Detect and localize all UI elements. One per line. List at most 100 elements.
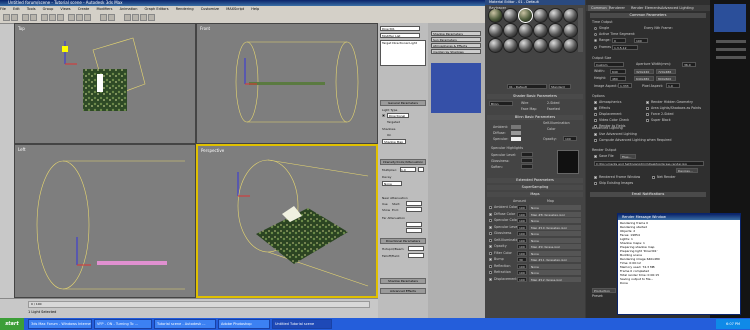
map-row[interactable]: Specular Level 100 Map #10 (Grasstex.jpg) xyxy=(489,224,581,230)
material-slot-17[interactable] xyxy=(548,38,563,53)
output-size-dropdown[interactable]: Custom xyxy=(594,62,624,67)
devices-button[interactable]: Devices... xyxy=(676,168,698,173)
scale-icon[interactable] xyxy=(84,14,91,21)
rollout-general[interactable]: General Parameters xyxy=(380,100,426,106)
height-field[interactable]: 480 xyxy=(610,76,626,81)
map-enable-checkbox[interactable] xyxy=(489,232,492,235)
material-side-toolbar[interactable] xyxy=(578,8,583,52)
frames-radio[interactable] xyxy=(594,46,597,49)
save-file-checkbox[interactable] xyxy=(594,155,597,158)
aperture-field[interactable]: 36.0 xyxy=(682,62,696,67)
map-button[interactable]: None xyxy=(529,263,581,269)
material-slot-14[interactable] xyxy=(503,38,518,53)
menu-group[interactable]: Group xyxy=(43,7,54,11)
material-slot-15[interactable] xyxy=(518,38,533,53)
map-row[interactable]: Reflection 100 None xyxy=(489,263,581,269)
map-amount[interactable]: 100 xyxy=(517,211,527,217)
material-slot-18[interactable] xyxy=(563,38,578,53)
time-slider[interactable]: 0 / 100 xyxy=(28,301,370,308)
rollout-intensity[interactable]: Intensity/Color/Attenuation xyxy=(380,159,426,165)
ambient-swatch[interactable] xyxy=(511,125,521,129)
map-row[interactable]: Specular Color 100 None xyxy=(489,218,581,223)
start-button[interactable]: start xyxy=(0,318,24,330)
diffuse-swatch[interactable] xyxy=(511,131,521,135)
map-row[interactable]: Displacement 100 Map #12 (Grass.jpg) xyxy=(489,276,581,282)
opacity-spinner[interactable]: 100 xyxy=(563,136,577,141)
material-editor-icon[interactable] xyxy=(124,14,131,21)
map-button[interactable]: None xyxy=(529,237,581,243)
map-amount[interactable]: 100 xyxy=(517,237,527,243)
modifier-list-dropdown[interactable]: Modifier List xyxy=(380,33,420,38)
option-checkbox[interactable] xyxy=(646,119,649,122)
shader-rollout[interactable]: Shader Basic Parameters xyxy=(487,94,583,99)
unlink-icon[interactable] xyxy=(30,14,37,21)
mirror-icon[interactable] xyxy=(100,14,107,21)
render-setup-icon[interactable] xyxy=(132,14,139,21)
rollout-advanced[interactable]: Advanced Effects xyxy=(380,288,426,294)
map-row[interactable]: Refraction 100 None xyxy=(489,270,581,275)
material-type-button[interactable]: Standard xyxy=(549,84,571,89)
light-on-checkbox[interactable] xyxy=(382,114,385,117)
width-field[interactable]: 640 xyxy=(610,69,626,74)
taskbar-item[interactable]: Tutorial scene - Autodesk ... xyxy=(154,319,216,329)
net-render-checkbox[interactable] xyxy=(652,176,655,179)
stack-item[interactable]: Target Directional Light xyxy=(382,41,417,45)
map-row[interactable]: Glossiness 100 None xyxy=(489,231,581,236)
map-enable-checkbox[interactable] xyxy=(489,277,492,281)
taskbar-item[interactable]: 3ds Max Forum - Windows Internet xyxy=(28,319,92,329)
map-enable-checkbox[interactable] xyxy=(489,258,492,261)
map-amount[interactable]: 100 xyxy=(517,244,527,249)
viewport-front[interactable]: Front xyxy=(196,23,378,144)
viewport-perspective[interactable]: Perspective xyxy=(196,144,378,298)
viewport-left[interactable]: Left xyxy=(14,144,196,298)
common-params-header[interactable]: Common Parameters xyxy=(590,13,706,18)
decay-type-dropdown[interactable]: None xyxy=(382,181,402,186)
map-enable-checkbox[interactable] xyxy=(489,219,492,222)
two-sided-option[interactable]: 2-Sided xyxy=(547,101,560,105)
map-button[interactable]: Map #12 (Grass.jpg) xyxy=(529,276,581,282)
menu-edit[interactable]: Edit xyxy=(13,7,20,11)
tab-renderer[interactable]: Renderer xyxy=(606,5,628,11)
material-slot-6[interactable] xyxy=(563,8,578,23)
far-start-spinner[interactable] xyxy=(406,222,422,227)
material-slot-11[interactable] xyxy=(548,23,563,38)
map-row[interactable]: Ambient Color 100 None xyxy=(489,205,581,210)
active-segment-radio[interactable] xyxy=(594,33,597,36)
map-amount[interactable]: 100 xyxy=(517,250,527,256)
object-name-field[interactable]: Direct01 xyxy=(380,26,420,31)
wire-option[interactable]: Wire xyxy=(521,101,528,105)
map-enable-checkbox[interactable] xyxy=(489,206,492,209)
near-start-spinner[interactable] xyxy=(406,201,422,206)
near-end-spinner[interactable] xyxy=(406,207,422,212)
faceted-option[interactable]: Faceted xyxy=(547,107,560,111)
align-icon[interactable] xyxy=(108,14,115,21)
menu-graph-editors[interactable]: Graph Editors xyxy=(145,7,169,11)
output-path-field[interactable]: C:\Documents and Settings\Admin\Desktop\… xyxy=(594,161,704,166)
map-button[interactable]: None xyxy=(529,270,581,275)
quick-render-icon[interactable] xyxy=(148,14,155,21)
range-radio[interactable] xyxy=(594,39,597,42)
soften-spinner[interactable] xyxy=(521,164,533,169)
map-amount[interactable]: 100 xyxy=(517,218,527,223)
menu-views[interactable]: Views xyxy=(60,7,70,11)
range-to-field[interactable]: 100 xyxy=(634,38,648,43)
material-slot-10[interactable] xyxy=(533,23,548,38)
menu-modifiers[interactable]: Modifiers xyxy=(96,7,112,11)
show-label[interactable]: Show xyxy=(382,208,390,212)
falloff-spinner[interactable] xyxy=(408,253,424,258)
face-map-option[interactable]: Face Map xyxy=(521,107,536,111)
material-slot-7[interactable] xyxy=(488,23,503,38)
option-checkbox[interactable] xyxy=(646,101,649,104)
map-button[interactable]: Map #11 (Grasstex.jpg) xyxy=(529,257,581,262)
side-item-mr-shadows[interactable]: mental ray Shadows xyxy=(431,49,481,54)
map-amount[interactable]: 100 xyxy=(517,276,527,282)
material-slot-5[interactable] xyxy=(548,8,563,23)
extended-rollout[interactable]: Extended Parameters xyxy=(487,178,583,183)
spec-level-spinner[interactable] xyxy=(521,152,533,157)
map-enable-checkbox[interactable] xyxy=(489,271,492,274)
link-icon[interactable] xyxy=(22,14,29,21)
move-icon[interactable] xyxy=(68,14,75,21)
image-aspect-field[interactable]: 1.333 xyxy=(618,83,632,88)
use-adv-lighting-checkbox[interactable] xyxy=(594,133,597,136)
select-icon[interactable] xyxy=(41,14,48,21)
